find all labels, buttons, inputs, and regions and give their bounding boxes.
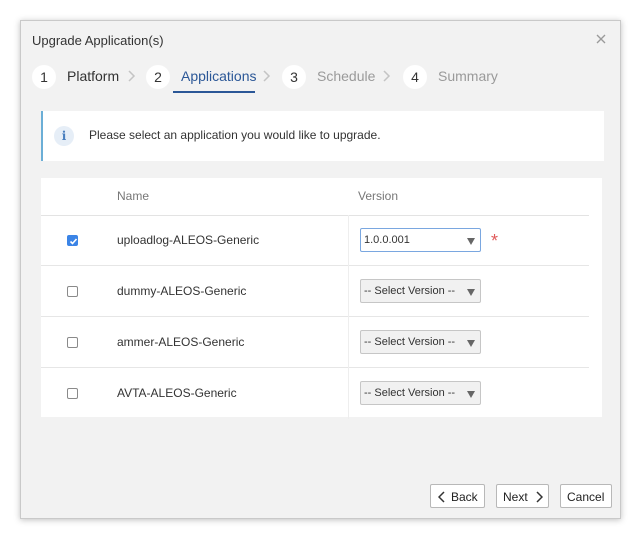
version-select[interactable]: -- Select Version -- (360, 330, 481, 354)
close-icon[interactable] (594, 32, 608, 46)
active-step-underline (173, 91, 255, 93)
required-indicator: * (491, 231, 499, 251)
caret-down-icon (467, 289, 475, 296)
chevron-left-icon (438, 491, 445, 503)
wizard-stepper: 1 Platform 2 Applications 3 Schedule 4 S… (21, 63, 622, 93)
dialog-title: Upgrade Application(s) (32, 33, 164, 48)
row-checkbox[interactable] (67, 388, 78, 399)
app-name: ammer-ALEOS-Generic (117, 335, 245, 349)
caret-down-icon (467, 391, 475, 398)
step-label: Schedule (317, 68, 376, 84)
version-select-value: -- Select Version -- (364, 387, 456, 399)
version-select[interactable]: -- Select Version -- (360, 279, 481, 303)
checkmark-icon (69, 238, 78, 245)
upgrade-dialog: Upgrade Application(s) 1 Platform 2 Appl… (20, 20, 621, 519)
version-select-value: 1.0.0.001 (364, 234, 410, 246)
table-row: ammer-ALEOS-Generic -- Select Version -- (41, 317, 589, 368)
table-row: AVTA-ALEOS-Generic -- Select Version -- (41, 368, 589, 419)
column-header-name: Name (117, 189, 150, 203)
column-header-version: Version (358, 189, 399, 203)
app-name: uploadlog-ALEOS-Generic (117, 233, 260, 247)
cancel-button[interactable]: Cancel (560, 484, 612, 508)
step-label: Summary (438, 68, 498, 84)
next-button[interactable]: Next (496, 484, 549, 508)
app-name: AVTA-ALEOS-Generic (117, 386, 237, 400)
caret-down-icon (467, 340, 475, 347)
step-number: 1 (32, 65, 56, 89)
info-banner: i Please select an application you would… (41, 111, 604, 161)
cancel-button-label: Cancel (567, 490, 605, 504)
version-select-value: -- Select Version -- (364, 336, 456, 348)
column-divider (348, 368, 349, 419)
caret-down-icon (467, 238, 475, 245)
app-name: dummy-ALEOS-Generic (117, 284, 247, 298)
step-label: Applications (181, 68, 257, 84)
chevron-right-icon (263, 70, 271, 82)
chevron-right-icon (536, 491, 543, 503)
step-number: 4 (403, 65, 427, 89)
info-icon: i (54, 126, 74, 146)
table-row: dummy-ALEOS-Generic -- Select Version -- (41, 266, 589, 317)
step-label: Platform (67, 68, 120, 84)
column-divider (348, 266, 349, 317)
step-number: 3 (282, 65, 306, 89)
chevron-right-icon (128, 70, 136, 82)
applications-table: Name Version uploadlog-ALEOS-Generic 1.0… (41, 178, 602, 419)
back-button-label: Back (451, 490, 478, 504)
row-checkbox[interactable] (67, 235, 78, 246)
row-checkbox[interactable] (67, 337, 78, 348)
version-select[interactable]: 1.0.0.001 (360, 228, 481, 252)
version-select[interactable]: -- Select Version -- (360, 381, 481, 405)
row-checkbox[interactable] (67, 286, 78, 297)
back-button[interactable]: Back (430, 484, 485, 508)
info-message: Please select an application you would l… (89, 128, 381, 142)
column-divider (348, 215, 349, 266)
version-select-value: -- Select Version -- (364, 285, 456, 297)
column-divider (348, 317, 349, 368)
step-number: 2 (146, 65, 170, 89)
chevron-right-icon (383, 70, 391, 82)
table-row: uploadlog-ALEOS-Generic 1.0.0.001 * (41, 215, 589, 266)
next-button-label: Next (503, 490, 528, 504)
